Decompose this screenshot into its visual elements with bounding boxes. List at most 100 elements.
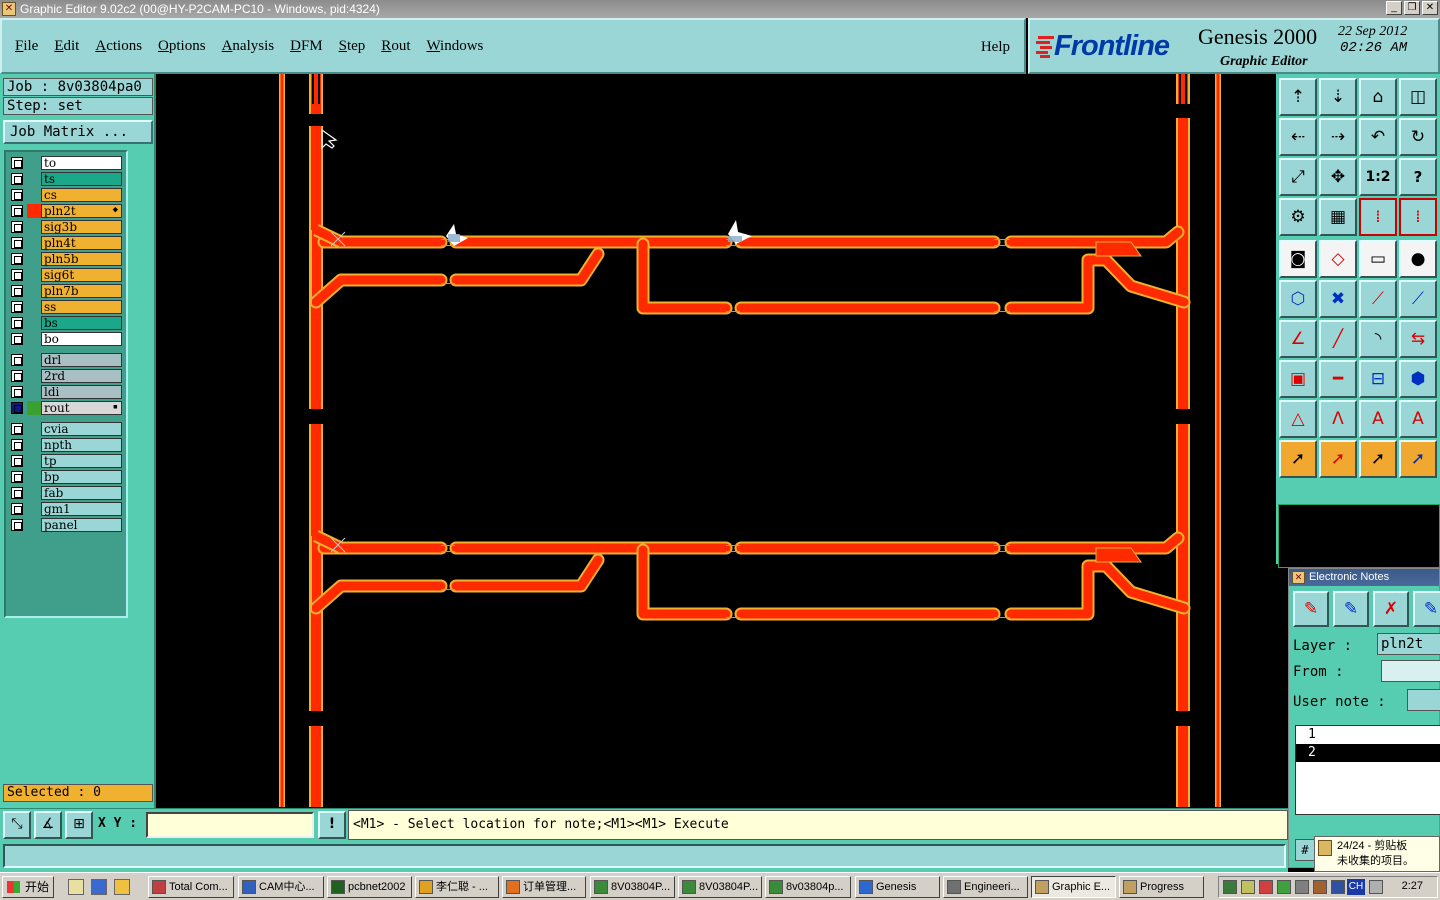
go-up-icon[interactable]: ⇡ bbox=[1279, 78, 1317, 116]
layer-row-pln4t[interactable]: pln4t bbox=[8, 235, 124, 251]
measure-icon[interactable]: ∡ bbox=[34, 811, 62, 839]
layer-row-pln5b[interactable]: pln5b bbox=[8, 251, 124, 267]
layer-color-swatch[interactable] bbox=[27, 470, 41, 484]
menu-analysis[interactable]: Analysis bbox=[222, 38, 275, 55]
layer-checkbox[interactable] bbox=[11, 386, 23, 398]
layer-color-swatch[interactable] bbox=[27, 438, 41, 452]
angle-icon[interactable]: ∠ bbox=[1279, 320, 1317, 358]
taskbar-item[interactable]: 8V03804P... bbox=[678, 876, 762, 898]
layer-checkbox[interactable] bbox=[11, 157, 23, 169]
a-shape-icon[interactable]: Λ bbox=[1319, 400, 1357, 438]
notes-footer-button[interactable]: # bbox=[1295, 839, 1315, 861]
ruler-icon[interactable]: ▭ bbox=[1359, 240, 1397, 278]
net-icon[interactable]: ⬡ bbox=[1279, 280, 1317, 318]
tray-shield-icon[interactable] bbox=[1277, 880, 1291, 894]
layer-name[interactable]: panel bbox=[41, 518, 122, 532]
taskbar-item[interactable]: Genesis bbox=[855, 876, 940, 898]
notes-layer-field[interactable]: pln2t bbox=[1377, 633, 1440, 655]
tray-pen-icon[interactable] bbox=[1241, 880, 1255, 894]
cross-icon[interactable]: ✖ bbox=[1319, 280, 1357, 318]
layer-row-gm1[interactable]: gm1 bbox=[8, 501, 124, 517]
tray-close-icon[interactable] bbox=[1331, 880, 1345, 894]
layer-row-bo[interactable]: bo bbox=[8, 331, 124, 347]
layer-checkbox[interactable] bbox=[11, 269, 23, 281]
layer-name[interactable]: bp bbox=[41, 470, 122, 484]
layer-name[interactable]: bo bbox=[41, 332, 122, 346]
layer-row-ldi[interactable]: ldi bbox=[8, 384, 124, 400]
abort-button[interactable]: ! bbox=[318, 811, 346, 839]
layer-name[interactable]: to bbox=[41, 156, 122, 170]
layer-row-bs[interactable]: bs bbox=[8, 315, 124, 331]
layer-checkbox[interactable] bbox=[11, 317, 23, 329]
layer-name[interactable]: pln4t bbox=[41, 236, 122, 250]
layer-name[interactable]: pln7b bbox=[41, 284, 122, 298]
close-button[interactable]: ✕ bbox=[1422, 1, 1438, 15]
layer-color-swatch[interactable] bbox=[27, 422, 41, 436]
xy-input[interactable] bbox=[146, 812, 314, 838]
layer-checkbox[interactable] bbox=[11, 205, 23, 217]
quicklaunch-desktop-icon[interactable] bbox=[68, 879, 84, 895]
window-title-bar[interactable]: ✕ Graphic Editor 9.02c2 (00@HY-P2CAM-PC1… bbox=[0, 0, 1440, 18]
tray-keyboard-icon[interactable] bbox=[1369, 880, 1383, 894]
layer-name[interactable]: pln5b bbox=[41, 252, 122, 266]
edit-note-icon[interactable]: ✎ bbox=[1333, 591, 1369, 627]
ime-indicator[interactable]: CH bbox=[1347, 879, 1365, 895]
graphic-canvas[interactable] bbox=[156, 74, 1276, 807]
menu-file[interactable]: File bbox=[15, 38, 38, 55]
menu-options[interactable]: Options bbox=[158, 38, 206, 55]
layer-name[interactable]: ts bbox=[41, 172, 122, 186]
taskbar-item[interactable]: Total Com... bbox=[148, 876, 234, 898]
pointer-circle-icon[interactable]: ➚ bbox=[1359, 440, 1397, 478]
layer-name[interactable]: gm1 bbox=[41, 502, 122, 516]
notes-list[interactable]: 1 2 bbox=[1295, 725, 1440, 815]
dimension-icon[interactable]: ⊟ bbox=[1359, 360, 1397, 398]
measure-snap-icon[interactable]: ⁞ bbox=[1399, 198, 1437, 236]
notes-from-field[interactable] bbox=[1381, 660, 1440, 682]
layer-checkbox[interactable] bbox=[11, 423, 23, 435]
layer-checkbox[interactable] bbox=[11, 439, 23, 451]
tray-app-icon[interactable] bbox=[1313, 880, 1327, 894]
layer-checkbox[interactable] bbox=[11, 503, 23, 515]
start-button[interactable]: 开始 bbox=[2, 876, 54, 898]
arc-icon[interactable]: ◝ bbox=[1359, 320, 1397, 358]
layer-row-ss[interactable]: ss bbox=[8, 299, 124, 315]
layer-row-to[interactable]: to bbox=[8, 155, 124, 171]
layer-row-sig6t[interactable]: sig6t bbox=[8, 267, 124, 283]
layer-color-swatch[interactable] bbox=[27, 518, 41, 532]
layer-row-npth[interactable]: npth bbox=[8, 437, 124, 453]
line-dot-icon[interactable]: ⟋ bbox=[1399, 280, 1437, 318]
layer-color-swatch[interactable] bbox=[27, 332, 41, 346]
taskbar-item[interactable]: 8v03804p... bbox=[765, 876, 851, 898]
layer-name[interactable]: sig3b bbox=[41, 220, 122, 234]
layer-color-swatch[interactable] bbox=[27, 385, 41, 399]
layer-color-swatch[interactable] bbox=[27, 316, 41, 330]
layer-checkbox[interactable] bbox=[11, 189, 23, 201]
quicklaunch-app-icon[interactable] bbox=[114, 879, 130, 895]
layer-checkbox[interactable] bbox=[11, 237, 23, 249]
layer-name[interactable]: fab bbox=[41, 486, 122, 500]
layer-row-panel[interactable]: panel bbox=[8, 517, 124, 533]
layer-color-swatch[interactable] bbox=[27, 502, 41, 516]
settings-tool-icon[interactable]: ⚙ bbox=[1279, 198, 1317, 236]
notes-list-item[interactable]: 1 bbox=[1296, 726, 1440, 744]
layer-name[interactable]: drl bbox=[41, 353, 122, 367]
eraser-icon[interactable]: ◇ bbox=[1319, 240, 1357, 278]
taskbar-clock[interactable]: 2:27 bbox=[1402, 880, 1423, 892]
layer-row-2rd[interactable]: 2rd bbox=[8, 368, 124, 384]
layer-checkbox[interactable] bbox=[11, 455, 23, 467]
undo-view-icon[interactable]: ↶ bbox=[1359, 118, 1397, 156]
layer-checkbox[interactable] bbox=[11, 354, 23, 366]
layer-checkbox[interactable] bbox=[11, 173, 23, 185]
tray-network-icon[interactable] bbox=[1223, 880, 1237, 894]
menu-actions[interactable]: Actions bbox=[95, 38, 142, 55]
layer-color-swatch[interactable] bbox=[27, 220, 41, 234]
flip-icon[interactable]: ⇆ bbox=[1399, 320, 1437, 358]
layer-name[interactable]: cs bbox=[41, 188, 122, 202]
layer-checkbox[interactable] bbox=[11, 471, 23, 483]
layer-color-swatch[interactable] bbox=[27, 401, 41, 415]
horizontal-line-icon[interactable]: ━ bbox=[1319, 360, 1357, 398]
layer-checkbox[interactable] bbox=[11, 402, 23, 414]
layer-row-ts[interactable]: ts bbox=[8, 171, 124, 187]
menu-help[interactable]: Help bbox=[981, 39, 1010, 56]
layer-checkbox[interactable] bbox=[11, 370, 23, 382]
